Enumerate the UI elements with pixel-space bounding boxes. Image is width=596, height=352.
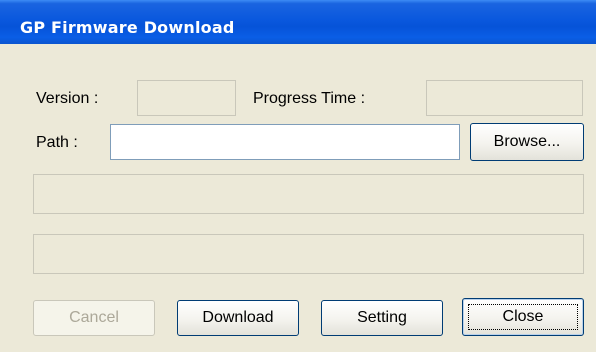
status-bar-2 [33,234,584,274]
setting-button[interactable]: Setting [321,300,443,336]
close-button[interactable]: Close [462,298,584,336]
window-title: GP Firmware Download [20,18,235,37]
path-label: Path : [36,134,78,151]
version-label: Version : [36,90,99,107]
firmware-download-dialog: GP Firmware Download Version : Progress … [0,0,596,352]
status-bar-1 [33,174,584,214]
title-bar[interactable]: GP Firmware Download [0,0,596,44]
download-button[interactable]: Download [177,300,299,336]
version-field [137,80,236,116]
path-input[interactable] [110,124,460,160]
progress-time-field [426,80,583,116]
browse-button[interactable]: Browse... [470,123,584,161]
cancel-button[interactable]: Cancel [33,300,155,336]
progress-time-label: Progress Time : [253,90,366,107]
